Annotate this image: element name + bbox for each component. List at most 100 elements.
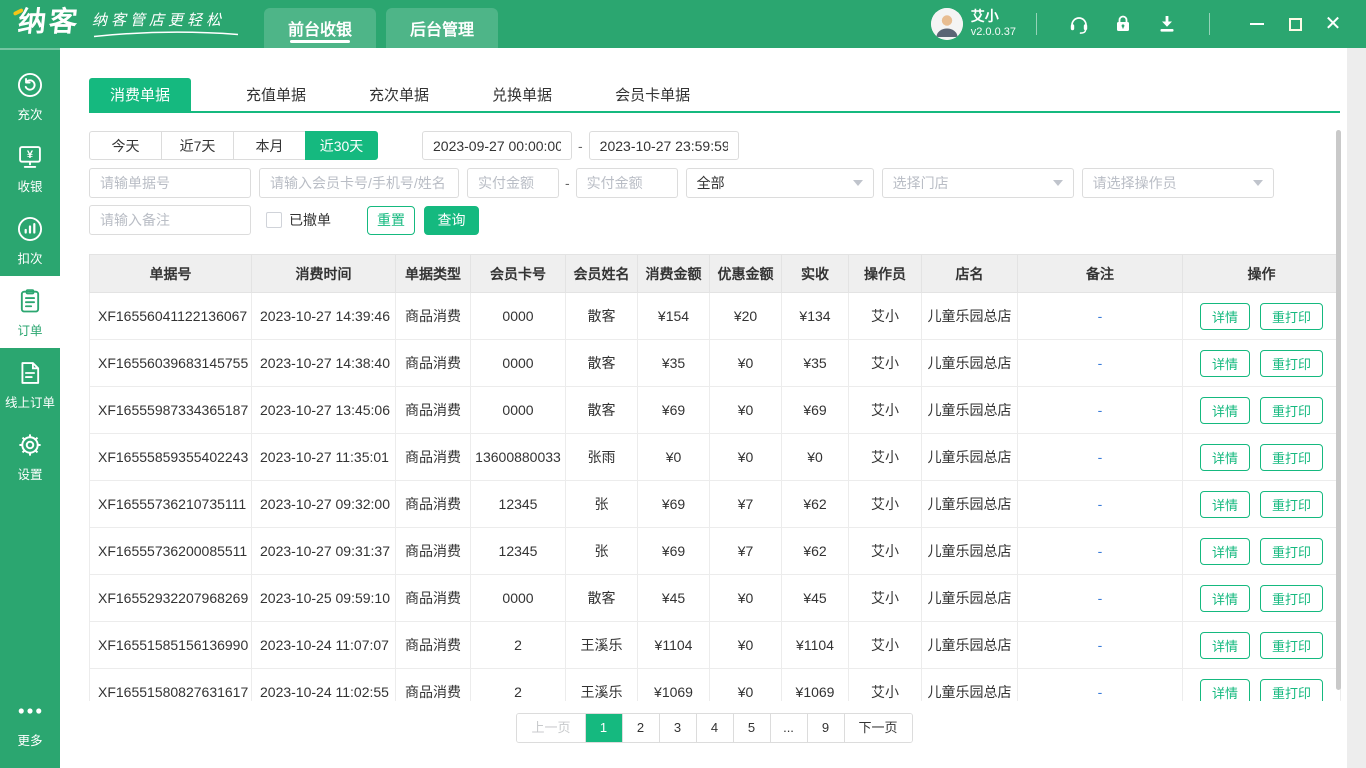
range-button-近30天[interactable]: 近30天 bbox=[305, 131, 378, 160]
table-row: XF16556039683145755 2023-10-27 14:38:40 商品… bbox=[89, 339, 1341, 387]
filter-row-fields: - 全部 选择门店 请选择操作员 bbox=[89, 168, 1366, 198]
date-start-input[interactable] bbox=[422, 131, 572, 160]
store-select[interactable]: 选择门店 bbox=[881, 168, 1074, 198]
sidebar-item-cashier[interactable]: ¥ 收银 bbox=[0, 132, 60, 204]
cell-actions: 详情 重打印 bbox=[1182, 339, 1341, 387]
reset-button[interactable]: 重置 bbox=[367, 205, 415, 235]
operator-select[interactable]: 请选择操作员 bbox=[1081, 168, 1274, 198]
cell-operator: 艾小 bbox=[848, 339, 922, 387]
next-page-button[interactable]: 下一页 bbox=[844, 714, 912, 742]
reprint-button[interactable]: 重打印 bbox=[1260, 349, 1324, 377]
reprint-button[interactable]: 重打印 bbox=[1260, 396, 1324, 424]
detail-button[interactable]: 详情 bbox=[1199, 584, 1250, 612]
table-row: XF16555859355402243 2023-10-27 11:35:01 商品… bbox=[89, 433, 1341, 481]
reprint-button[interactable]: 重打印 bbox=[1260, 631, 1324, 659]
amount-min-input[interactable] bbox=[467, 168, 559, 198]
cell-remark: - bbox=[1017, 574, 1183, 622]
cell-actions: 详情 重打印 bbox=[1182, 433, 1341, 481]
detail-button[interactable]: 详情 bbox=[1199, 443, 1250, 471]
user-name: 艾小 bbox=[970, 8, 999, 25]
svg-text:¥: ¥ bbox=[27, 149, 34, 161]
cell-order-type: 商品消费 bbox=[395, 621, 471, 669]
cell-operator: 艾小 bbox=[848, 386, 922, 434]
col-header-consume-time: 消费时间 bbox=[251, 254, 396, 293]
remark-input[interactable] bbox=[89, 205, 251, 235]
detail-button[interactable]: 详情 bbox=[1199, 396, 1250, 424]
cell-discount-amount: ¥7 bbox=[709, 527, 782, 575]
page-button-2[interactable]: 2 bbox=[622, 714, 660, 742]
date-end-input[interactable] bbox=[588, 131, 739, 160]
filter-row-actions: 已撤单 重置 查询 bbox=[89, 205, 1366, 235]
prev-page-button[interactable]: 上一页 bbox=[517, 714, 586, 742]
cell-paid: ¥1069 bbox=[781, 668, 849, 701]
cell-operator: 艾小 bbox=[848, 433, 922, 481]
detail-button[interactable]: 详情 bbox=[1199, 537, 1250, 565]
sidebar-item-deduct[interactable]: 扣次 bbox=[0, 204, 60, 276]
page-button-4[interactable]: 4 bbox=[696, 714, 734, 742]
col-header-discount-amount: 优惠金额 bbox=[709, 254, 782, 293]
vertical-scrollbar[interactable] bbox=[1336, 130, 1341, 690]
pagination: 上一页 1 2 3 4 5... 9 下一页 bbox=[89, 713, 1340, 743]
reprint-button[interactable]: 重打印 bbox=[1260, 537, 1324, 565]
tab-consume[interactable]: 消费单据 bbox=[89, 78, 192, 111]
detail-button[interactable]: 详情 bbox=[1199, 678, 1250, 701]
cell-paid: ¥35 bbox=[781, 339, 849, 387]
date-separator: - bbox=[578, 137, 583, 154]
cell-member-name: 散客 bbox=[565, 386, 638, 434]
right-gutter bbox=[1347, 48, 1366, 768]
cell-order-type: 商品消费 bbox=[395, 527, 471, 575]
tab-recharge-value[interactable]: 充值单据 bbox=[238, 78, 314, 111]
nav-tab-backend[interactable]: 后台管理 bbox=[386, 8, 499, 48]
cell-order-type: 商品消费 bbox=[395, 339, 471, 387]
search-button[interactable]: 查询 bbox=[424, 205, 479, 235]
tab-member-card[interactable]: 会员卡单据 bbox=[607, 78, 698, 111]
col-header-consume-amount: 消费金额 bbox=[637, 254, 710, 293]
page-button-3[interactable]: 3 bbox=[659, 714, 697, 742]
amount-max-input[interactable] bbox=[575, 168, 678, 198]
avatar[interactable] bbox=[930, 8, 963, 40]
cell-actions: 详情 重打印 bbox=[1182, 386, 1341, 434]
cell-order-no: XF16555736200085511 bbox=[89, 527, 252, 575]
table-row: XF16556041122136067 2023-10-27 14:39:46 商品… bbox=[89, 292, 1341, 340]
range-button-本月[interactable]: 本月 bbox=[233, 131, 306, 160]
table-row: XF16555736210735111 2023-10-27 09:32:00 商品… bbox=[89, 480, 1341, 528]
sidebar-item-recharge[interactable]: 充次 bbox=[0, 60, 60, 132]
customer-service-icon[interactable] bbox=[1067, 12, 1091, 36]
reprint-button[interactable]: 重打印 bbox=[1260, 678, 1324, 701]
maximize-button[interactable] bbox=[1276, 9, 1314, 39]
revoked-checkbox[interactable] bbox=[266, 212, 282, 228]
sidebar-item-more[interactable]: 更多 bbox=[0, 686, 60, 758]
minimize-button[interactable] bbox=[1238, 9, 1276, 39]
download-icon[interactable] bbox=[1155, 12, 1179, 36]
order-no-input[interactable] bbox=[89, 168, 251, 198]
cell-remark: - bbox=[1017, 480, 1183, 528]
page-button-9[interactable]: 9 bbox=[807, 714, 845, 742]
nav-tab-front-cashier[interactable]: 前台收银 bbox=[264, 8, 377, 48]
page-button-5[interactable]: 5 bbox=[733, 714, 771, 742]
sidebar-item-online-orders[interactable]: 线上订单 bbox=[0, 348, 60, 420]
page-button-1[interactable]: 1 bbox=[585, 714, 623, 742]
tab-recharge-times[interactable]: 充次单据 bbox=[361, 78, 437, 111]
reprint-button[interactable]: 重打印 bbox=[1260, 490, 1324, 518]
detail-button[interactable]: 详情 bbox=[1199, 490, 1250, 518]
detail-button[interactable]: 详情 bbox=[1199, 349, 1250, 377]
range-button-今天[interactable]: 今天 bbox=[89, 131, 162, 160]
sidebar-item-settings[interactable]: 设置 bbox=[0, 420, 60, 492]
cell-consume-time: 2023-10-27 11:35:01 bbox=[251, 433, 396, 481]
detail-button[interactable]: 详情 bbox=[1199, 631, 1250, 659]
reprint-button[interactable]: 重打印 bbox=[1260, 443, 1324, 471]
tab-exchange[interactable]: 兑换单据 bbox=[484, 78, 560, 111]
reprint-button[interactable]: 重打印 bbox=[1260, 302, 1324, 330]
order-type-select[interactable]: 全部 bbox=[685, 168, 874, 198]
lock-icon[interactable] bbox=[1111, 12, 1135, 36]
cell-paid: ¥62 bbox=[781, 480, 849, 528]
reprint-button[interactable]: 重打印 bbox=[1260, 584, 1324, 612]
page-button-...[interactable]: ... bbox=[770, 714, 808, 742]
cell-remark: - bbox=[1017, 668, 1183, 701]
cell-discount-amount: ¥20 bbox=[709, 292, 782, 340]
detail-button[interactable]: 详情 bbox=[1199, 302, 1250, 330]
range-button-近7天[interactable]: 近7天 bbox=[161, 131, 234, 160]
sidebar-item-orders[interactable]: 订单 bbox=[0, 276, 60, 348]
close-button[interactable]: ✕ bbox=[1314, 9, 1352, 39]
member-search-input[interactable] bbox=[259, 168, 459, 198]
